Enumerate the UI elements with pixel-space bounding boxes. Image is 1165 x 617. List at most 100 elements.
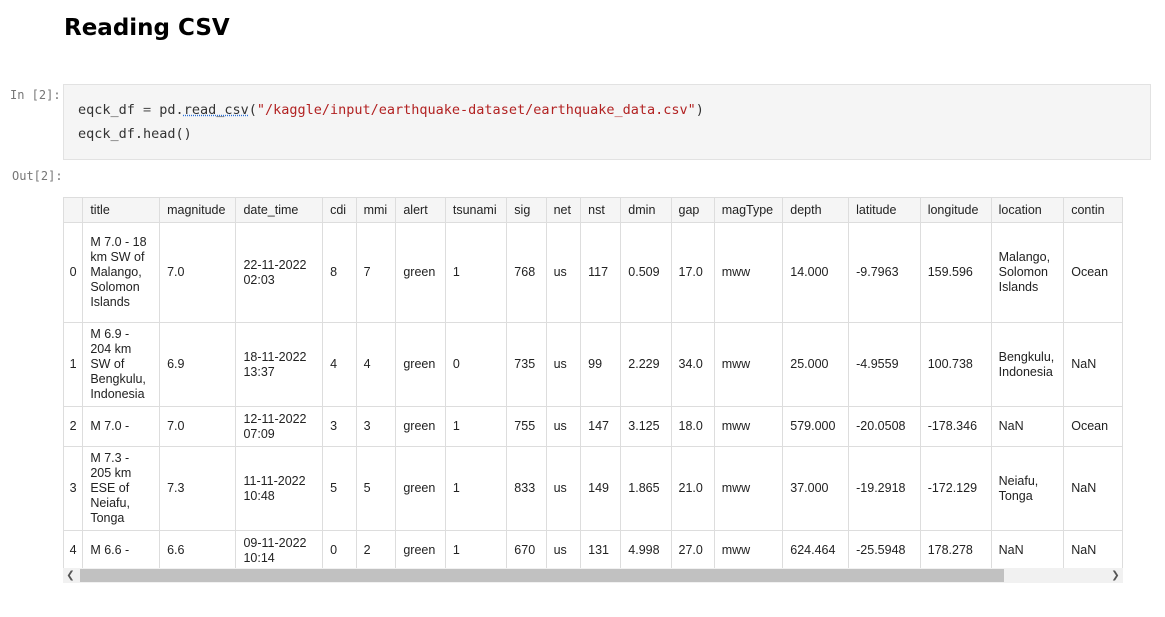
- table-cell: 1: [444, 446, 508, 531]
- code-cell[interactable]: eqck_df = pd.read_csv("/kaggle/input/ear…: [63, 84, 1151, 160]
- dataframe-output: title magnitude date_time cdi mmi alert tsunam…: [63, 197, 1123, 568]
- column-header: cdi: [322, 197, 357, 223]
- table-cell: 149: [580, 446, 622, 531]
- chevron-right-icon[interactable]: ❯: [1108, 568, 1123, 583]
- table-cell: 670: [506, 530, 547, 568]
- column-header: mmi: [355, 197, 397, 223]
- code-path-string: "/kaggle/input/earthquake-dataset/earthq…: [256, 102, 696, 118]
- table-cell: 6.9: [159, 322, 237, 407]
- table-cell: mww: [713, 222, 784, 323]
- code-line-2: eqck_df.head(): [78, 126, 192, 142]
- table-cell: 6.6: [159, 530, 237, 568]
- table-cell: 34.0: [670, 322, 715, 407]
- table-cell: green: [395, 446, 446, 531]
- horizontal-scrollbar[interactable]: ❮ ❯: [63, 568, 1123, 583]
- table-cell: us: [545, 322, 582, 407]
- table-cell: 5: [355, 446, 397, 531]
- column-header: nst: [580, 197, 622, 223]
- markdown-heading: Reading CSV: [64, 15, 230, 41]
- column-header: sig: [506, 197, 547, 223]
- table-cell: green: [395, 222, 446, 323]
- table-cell: 14.000: [782, 222, 850, 323]
- table-cell: -25.5948: [848, 530, 921, 568]
- column-header: depth: [782, 197, 850, 223]
- column-header: magType: [713, 197, 784, 223]
- table-cell: 624.464: [782, 530, 850, 568]
- table-cell: 3: [322, 406, 357, 447]
- row-index: 0: [63, 222, 84, 323]
- column-header: dmin: [620, 197, 672, 223]
- table-cell: green: [395, 530, 446, 568]
- table-cell: green: [395, 322, 446, 407]
- dataframe-table: title magnitude date_time cdi mmi alert tsunam…: [63, 197, 1123, 568]
- table-cell: green: [395, 406, 446, 447]
- table-row: 4M 6.6 -6.6 09-11-2022 10:14 0 2 green 1 670 us…: [63, 530, 1123, 568]
- row-index: 4: [63, 530, 84, 568]
- table-cell: NaN: [1063, 530, 1123, 568]
- table-cell: 178.278: [919, 530, 992, 568]
- code-close-paren: ): [695, 102, 704, 118]
- table-cell: 7.0: [159, 406, 237, 447]
- row-index: 3: [63, 446, 84, 531]
- table-row: 0M 7.0 - 18 km SW of Malango, Solomon Is…: [63, 222, 1123, 323]
- code-module: pd.: [159, 102, 184, 118]
- table-cell: -4.9559: [848, 322, 921, 407]
- table-cell: NaN: [990, 530, 1065, 568]
- table-cell: 18.0: [670, 406, 715, 447]
- input-prompt: In [2]:: [10, 88, 61, 102]
- table-cell: 5: [322, 446, 357, 531]
- row-index: 2: [63, 406, 84, 447]
- table-cell: 2.229: [620, 322, 672, 407]
- table-cell: 0.509: [620, 222, 672, 323]
- column-header: title: [82, 197, 161, 223]
- column-header: net: [545, 197, 582, 223]
- code-assign: =: [134, 102, 160, 118]
- table-cell: 0: [444, 322, 508, 407]
- table-cell: 1: [444, 530, 508, 568]
- table-cell: M 6.9 - 204 km SW of Bengkulu, Indonesia: [82, 322, 161, 407]
- table-cell: Ocean: [1063, 406, 1123, 447]
- table-cell: 7.0: [159, 222, 237, 323]
- table-cell: 21.0: [670, 446, 715, 531]
- table-cell: 18-11-2022 13:37: [235, 322, 324, 407]
- table-cell: 3: [355, 406, 397, 447]
- table-cell: -178.346: [919, 406, 992, 447]
- table-cell: M 7.0 - 18 km SW of Malango, Solomon Isl…: [82, 222, 161, 323]
- table-cell: 1.865: [620, 446, 672, 531]
- table-cell: 131: [580, 530, 622, 568]
- table-cell: NaN: [1063, 322, 1123, 407]
- table-cell: 579.000: [782, 406, 850, 447]
- table-cell: 768: [506, 222, 547, 323]
- chevron-left-icon[interactable]: ❮: [63, 568, 78, 583]
- column-header: longitude: [919, 197, 992, 223]
- table-cell: mww: [713, 446, 784, 531]
- table-cell: us: [545, 406, 582, 447]
- code-var: eqck_df: [78, 102, 135, 118]
- column-header: alert: [395, 197, 446, 223]
- index-header: [63, 197, 84, 223]
- row-index: 1: [63, 322, 84, 407]
- table-cell: 09-11-2022 10:14: [235, 530, 324, 568]
- table-cell: 99: [580, 322, 622, 407]
- table-row: 3M 7.3 - 205 km ESE of Neiafu, Tonga 7.3 1…: [63, 446, 1123, 531]
- table-cell: mww: [713, 322, 784, 407]
- table-row: 1M 6.9 - 204 km SW of Bengkulu, Indonesi…: [63, 322, 1123, 407]
- column-header: date_time: [235, 197, 324, 223]
- column-header: tsunami: [444, 197, 508, 223]
- output-prompt: Out[2]:: [12, 169, 63, 183]
- table-cell: Malango, Solomon Islands: [990, 222, 1065, 323]
- column-header: gap: [670, 197, 715, 223]
- table-cell: 7: [355, 222, 397, 323]
- table-cell: 7.3: [159, 446, 237, 531]
- table-header-row: title magnitude date_time cdi mmi alert tsunam…: [63, 197, 1123, 223]
- table-cell: 8: [322, 222, 357, 323]
- table-row: 2M 7.0 -7.0 12-11-2022 07:09 3 3 green 1 755 us…: [63, 406, 1123, 447]
- table-cell: M 7.0 -: [82, 406, 161, 447]
- code-line-1: eqck_df = pd.read_csv("/kaggle/input/ear…: [78, 102, 704, 118]
- table-cell: NaN: [990, 406, 1065, 447]
- scrollbar-thumb[interactable]: [80, 569, 1004, 582]
- table-cell: 159.596: [919, 222, 992, 323]
- table-cell: -19.2918: [848, 446, 921, 531]
- table-cell: 37.000: [782, 446, 850, 531]
- table-cell: 25.000: [782, 322, 850, 407]
